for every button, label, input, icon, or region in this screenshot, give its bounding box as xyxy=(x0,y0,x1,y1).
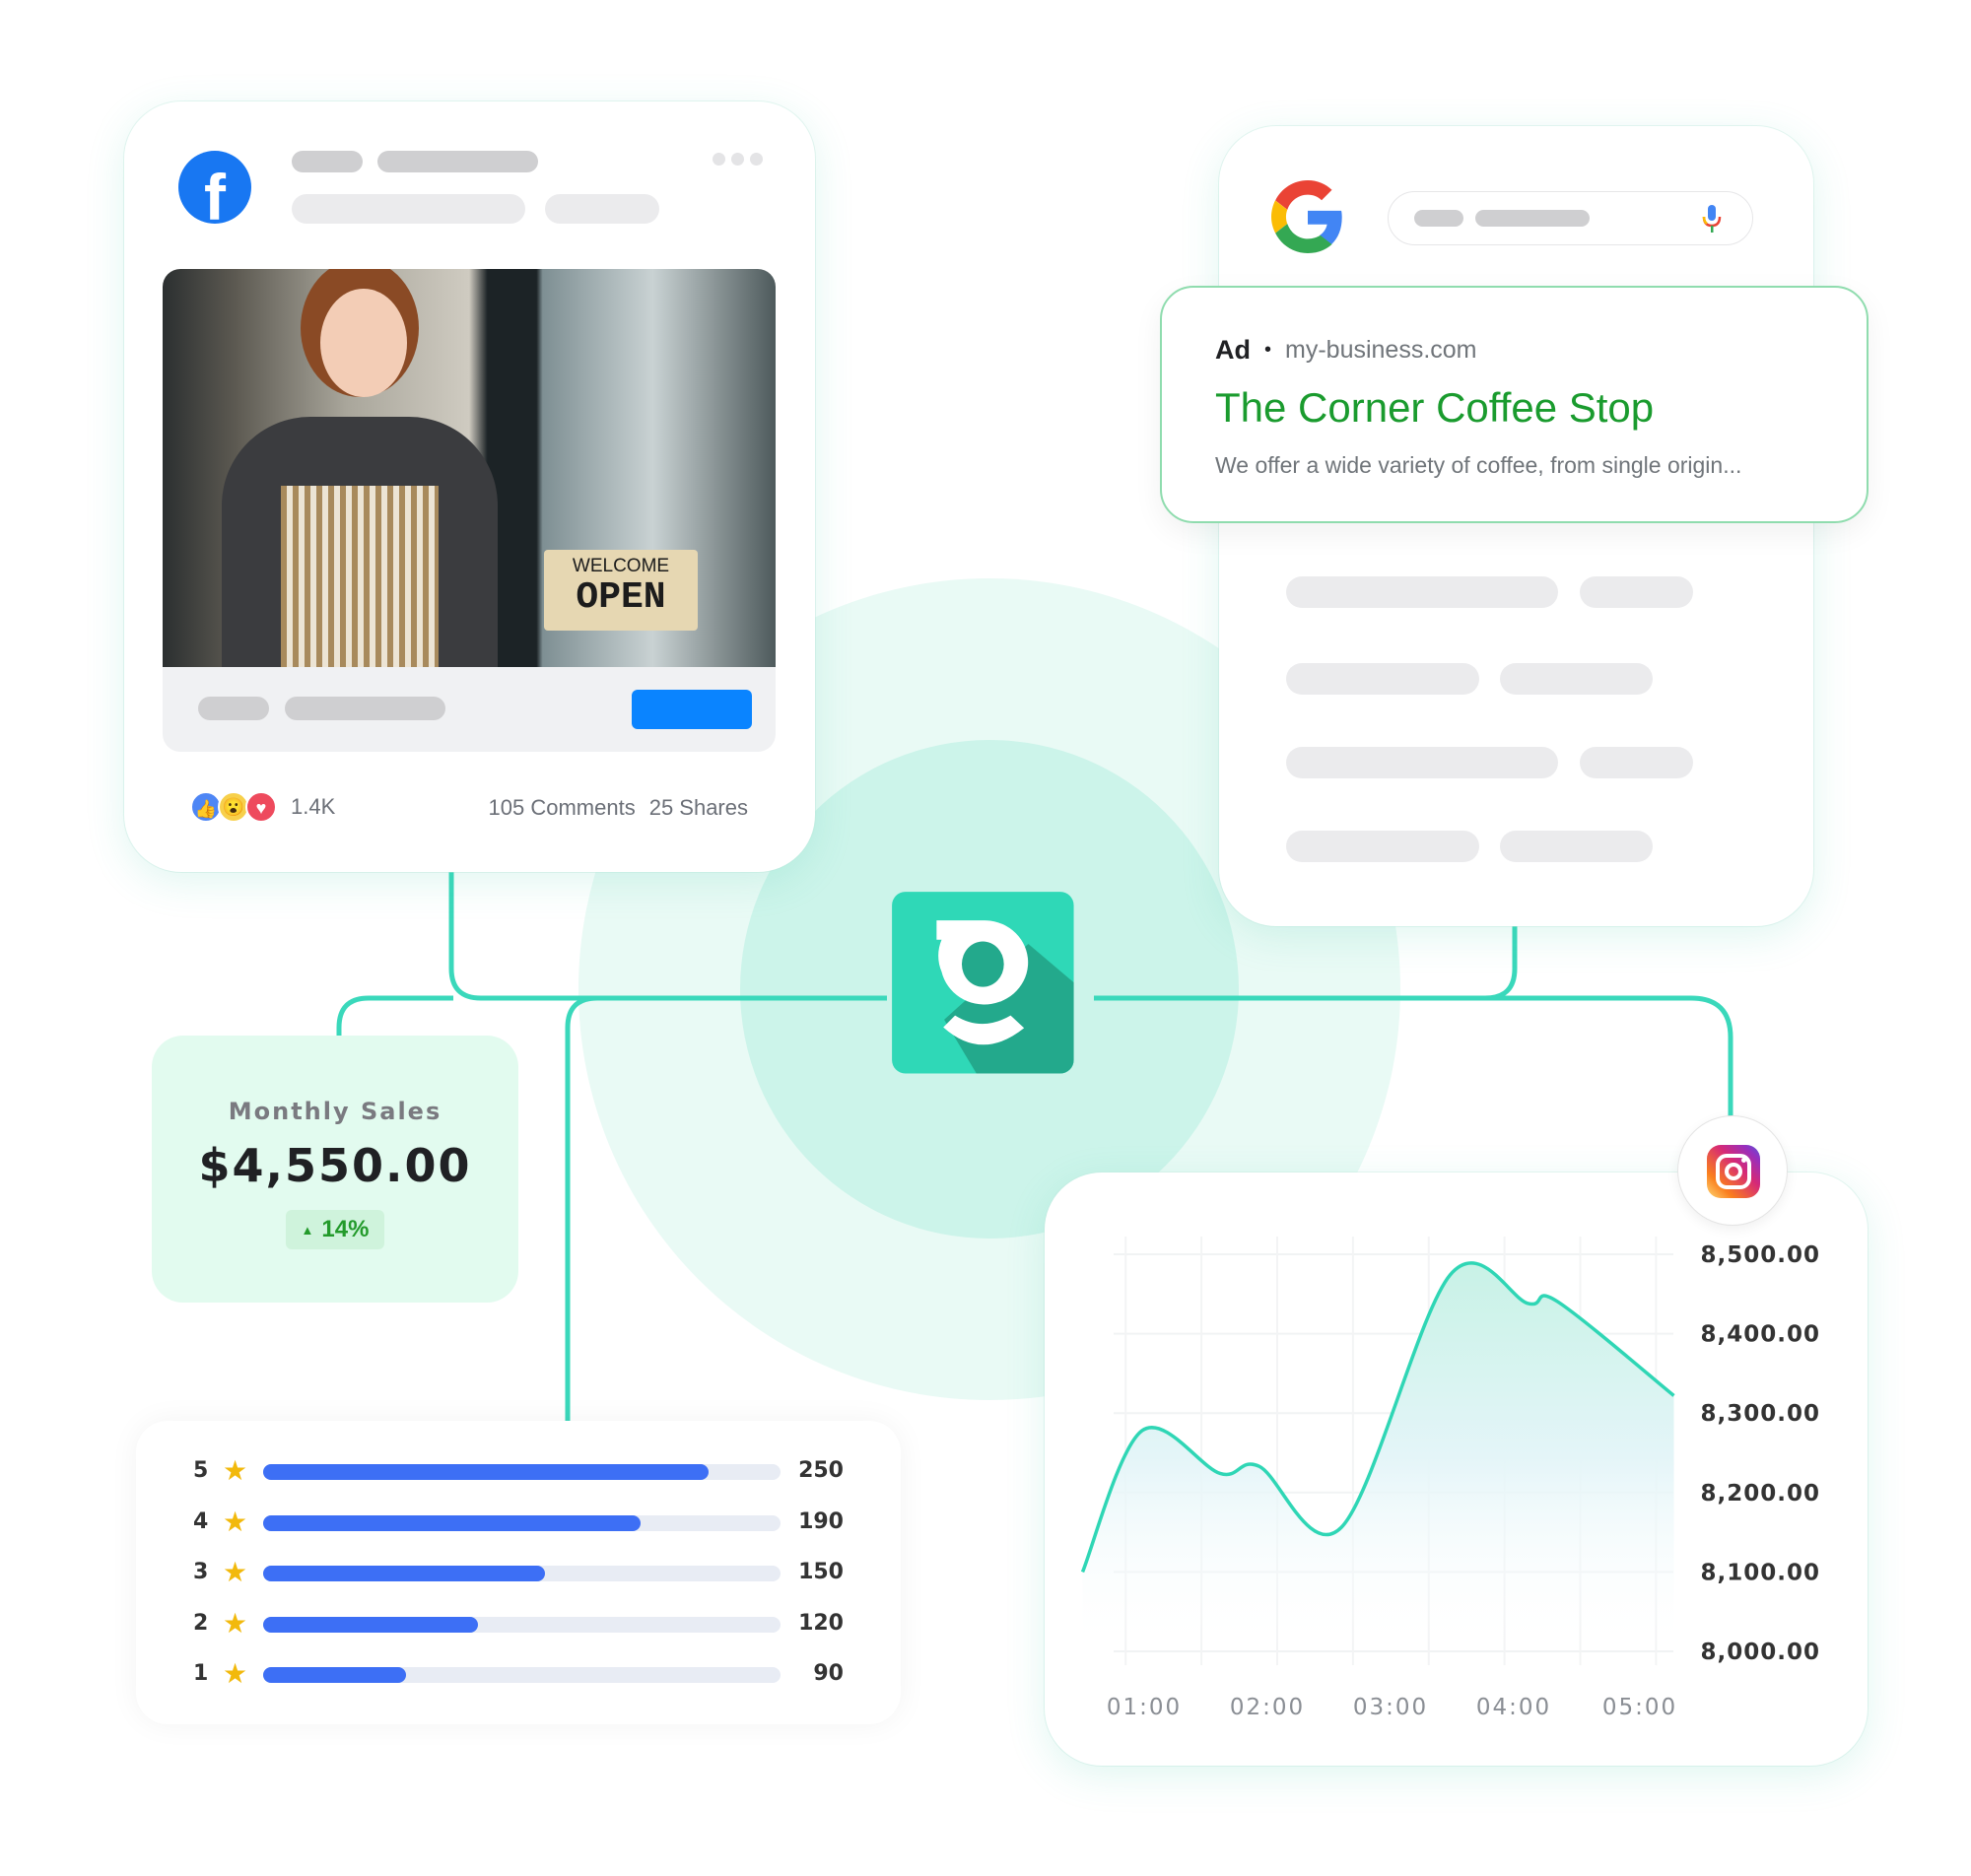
google-logo-icon xyxy=(1271,180,1342,253)
rating-stars-label: 4 xyxy=(193,1508,209,1534)
star-icon: ★ xyxy=(223,1557,248,1587)
rating-row: 5 ★ 250 xyxy=(136,1454,901,1490)
rating-bar-fill xyxy=(263,1667,406,1683)
star-icon: ★ xyxy=(223,1506,248,1537)
instagram-badge[interactable] xyxy=(1677,1115,1788,1226)
rating-bar-fill xyxy=(263,1616,478,1633)
ad-label: Ad xyxy=(1215,335,1251,365)
facebook-post-card: f WELCOME OPEN 👍 😮 ♥ 1.4K 105 Comments 2… xyxy=(124,101,815,872)
reactions-count: 1.4K xyxy=(291,794,336,819)
open-sign: WELCOME OPEN xyxy=(544,550,698,631)
rating-count: 250 xyxy=(798,1458,844,1483)
rating-bar-track xyxy=(263,1464,781,1480)
change-badge: ▲ 14% xyxy=(285,1210,385,1249)
connector-sales xyxy=(336,995,453,1036)
google-search-card xyxy=(1219,126,1813,926)
skeleton-name xyxy=(377,151,538,172)
comments-count[interactable]: 105 Comments xyxy=(489,795,636,821)
connector-instagram xyxy=(1094,995,1733,1118)
skeleton-text xyxy=(545,194,659,224)
skeleton-text xyxy=(292,194,525,224)
rating-row: 1 ★ 90 xyxy=(136,1657,901,1693)
ad-description: We offer a wide variety of coffee, from … xyxy=(1215,452,1742,478)
post-link-preview[interactable] xyxy=(163,667,776,752)
rating-row: 2 ★ 120 xyxy=(136,1607,901,1642)
arrow-up-icon: ▲ xyxy=(301,1222,314,1238)
instagram-chart-card xyxy=(1045,1172,1868,1766)
search-input[interactable] xyxy=(1388,191,1753,245)
rating-bar-fill xyxy=(263,1514,642,1531)
rating-bar-fill xyxy=(263,1464,709,1480)
facebook-logo-icon: f xyxy=(178,151,251,224)
love-icon: ♥ xyxy=(245,791,277,823)
rating-count: 120 xyxy=(798,1610,844,1636)
rating-bar-track xyxy=(263,1667,781,1683)
instagram-logo-icon xyxy=(1707,1145,1760,1198)
star-icon: ★ xyxy=(223,1455,248,1486)
cta-button[interactable] xyxy=(632,690,752,729)
rating-count: 150 xyxy=(798,1560,844,1584)
rating-count: 90 xyxy=(813,1661,844,1686)
post-photo[interactable]: WELCOME OPEN xyxy=(163,269,776,667)
ad-title[interactable]: The Corner Coffee Stop xyxy=(1215,384,1654,432)
rating-stars-label: 3 xyxy=(193,1560,209,1584)
rating-count: 190 xyxy=(798,1508,844,1534)
reactions[interactable]: 👍 😮 ♥ 1.4K xyxy=(190,791,335,823)
microphone-icon[interactable] xyxy=(1702,204,1722,234)
ad-domain[interactable]: my-business.com xyxy=(1285,336,1477,365)
rating-stars-label: 2 xyxy=(193,1610,209,1636)
monthly-sales-value: $4,550.00 xyxy=(198,1139,472,1192)
shares-count[interactable]: 25 Shares xyxy=(649,795,748,821)
star-icon: ★ xyxy=(223,1607,248,1639)
skeleton-name xyxy=(292,151,363,172)
search-ad-result[interactable]: Ad • my-business.com The Corner Coffee S… xyxy=(1160,286,1869,523)
monthly-sales-card: Monthly Sales $4,550.00 ▲ 14% xyxy=(152,1036,518,1303)
monthly-sales-label: Monthly Sales xyxy=(228,1098,442,1125)
rating-bar-track xyxy=(263,1616,781,1633)
g-brand-logo-icon xyxy=(892,892,1074,1074)
person-face xyxy=(320,289,407,397)
rating-bar-fill xyxy=(263,1566,546,1581)
ratings-card: 5 ★ 250 4 ★ 190 3 ★ 150 2 ★ 120 1 ★ 90 xyxy=(136,1421,901,1724)
connector-ratings xyxy=(565,995,887,1421)
connector-facebook xyxy=(448,872,887,1001)
star-icon: ★ xyxy=(223,1658,248,1689)
rating-row: 3 ★ 150 xyxy=(136,1556,901,1591)
person-apron xyxy=(281,486,439,667)
rating-row: 4 ★ 190 xyxy=(136,1506,901,1541)
rating-bar-track xyxy=(263,1566,781,1581)
more-dots-icon[interactable] xyxy=(713,153,763,166)
rating-bar-track xyxy=(263,1514,781,1531)
connector-google xyxy=(1094,926,1518,1001)
rating-stars-label: 1 xyxy=(193,1661,209,1686)
rating-stars-label: 5 xyxy=(193,1458,209,1483)
